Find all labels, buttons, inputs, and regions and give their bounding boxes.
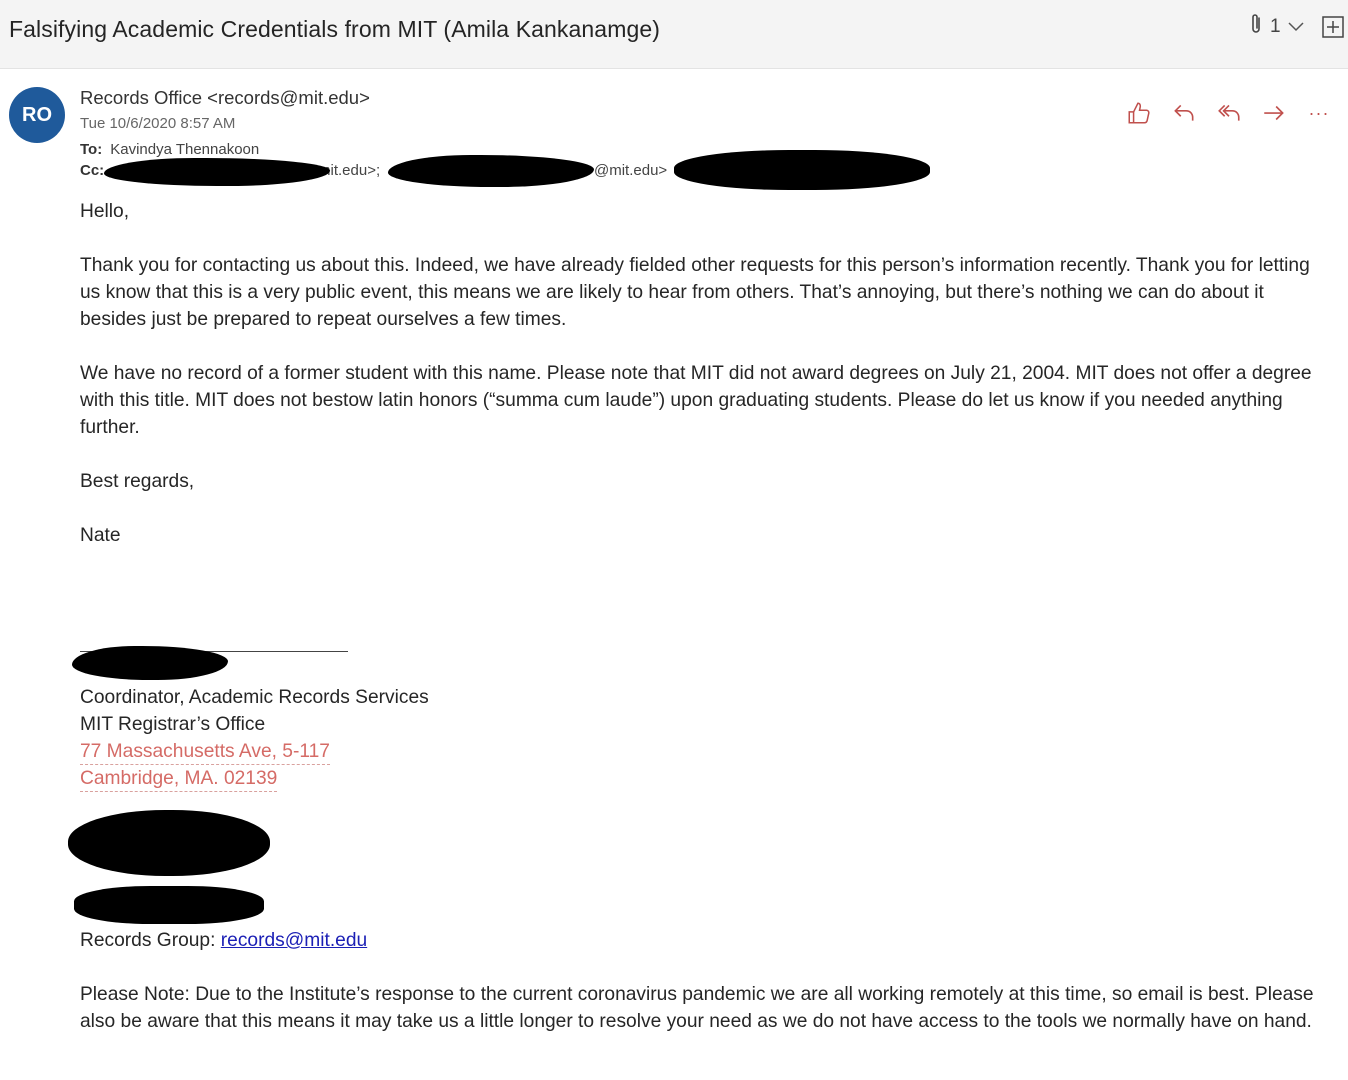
subject-bar: Falsifying Academic Credentials from MIT…	[0, 0, 1348, 69]
forward-button[interactable]	[1259, 98, 1289, 128]
redaction-mark	[104, 158, 330, 186]
message-actions: ···	[1124, 98, 1334, 128]
body-paragraph-2: We have no record of a former student wi…	[80, 363, 1312, 438]
sent-date: Tue 10/6/2020 8:57 AM	[80, 115, 236, 132]
redaction-mark	[68, 810, 270, 876]
redaction-mark	[674, 150, 930, 190]
records-group-line: Records Group: records@mit.edu	[80, 927, 1330, 954]
cc-label: Cc:	[80, 162, 105, 179]
reply-all-icon	[1218, 104, 1240, 121]
thumbs-up-icon	[1128, 102, 1150, 124]
signature-office: MIT Registrar’s Office	[80, 714, 266, 735]
paperclip-icon	[1248, 12, 1264, 42]
forward-arrow-icon	[1264, 105, 1284, 121]
to-recipient[interactable]: Kavindya Thennakoon	[110, 141, 259, 158]
signature-address-line-1[interactable]: 77 Massachusetts Ave, 5-117	[80, 738, 1330, 765]
sender-first-name: Nate	[80, 525, 121, 546]
redaction-mark	[74, 886, 264, 924]
records-email-link[interactable]: records@mit.edu	[221, 930, 367, 951]
email-subject: Falsifying Academic Credentials from MIT…	[9, 16, 660, 42]
cc-recipient-fragment-2[interactable]: @mit.edu>	[594, 162, 667, 179]
records-group-label: Records Group:	[80, 930, 221, 951]
more-actions-button[interactable]: ···	[1304, 98, 1334, 128]
reply-all-button[interactable]	[1214, 98, 1244, 128]
reply-icon	[1174, 104, 1194, 121]
reply-button[interactable]	[1169, 98, 1199, 128]
sender-name[interactable]: Records Office <records@mit.edu>	[80, 87, 370, 109]
signature-address-line-2[interactable]: Cambridge, MA. 02139	[80, 765, 1330, 792]
sender-avatar[interactable]: RO	[9, 87, 65, 143]
attachment-count: 1	[1270, 16, 1281, 37]
greeting: Hello,	[80, 201, 130, 222]
address-line-1[interactable]: 77 Massachusetts Ave, 5-117	[80, 740, 330, 765]
like-button[interactable]	[1124, 98, 1154, 128]
open-in-new-window-icon[interactable]	[1321, 15, 1345, 39]
more-options-icon: ···	[1308, 102, 1330, 123]
redaction-mark	[388, 155, 594, 187]
to-label: To:	[80, 141, 103, 158]
address-line-2[interactable]: Cambridge, MA. 02139	[80, 767, 278, 792]
to-recipients: To: Kavindya Thennakoon	[80, 141, 259, 158]
body-paragraph-1: Thank you for contacting us about this. …	[80, 255, 1310, 330]
chevron-down-icon[interactable]	[1287, 16, 1305, 38]
attachment-indicator[interactable]: 1	[1248, 14, 1305, 40]
closing: Best regards,	[80, 471, 195, 492]
redaction-mark	[72, 646, 228, 680]
pandemic-note: Please Note: Due to the Institute’s resp…	[80, 984, 1314, 1032]
signature-title: Coordinator, Academic Records Services	[80, 687, 429, 708]
